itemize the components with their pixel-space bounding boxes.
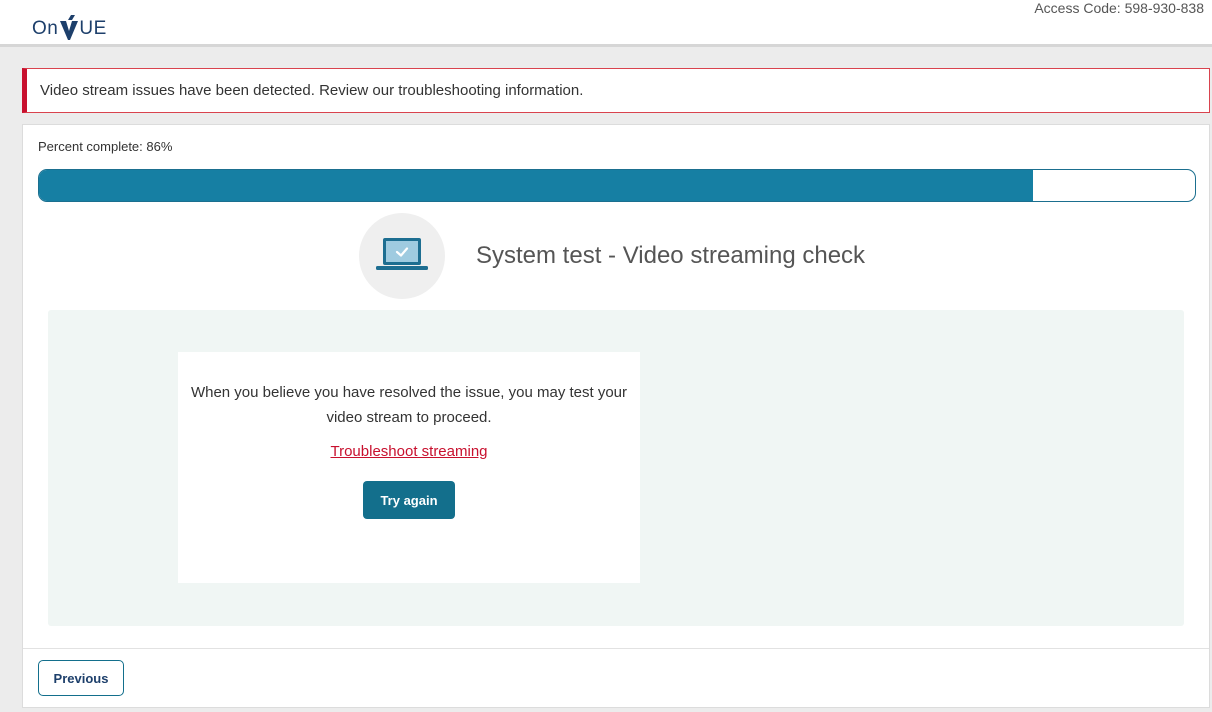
try-again-button[interactable]: Try again — [363, 481, 455, 519]
progress-fill — [39, 170, 1034, 201]
troubleshoot-streaming-link[interactable]: Troubleshoot streaming — [330, 443, 487, 460]
previous-button[interactable]: Previous — [38, 660, 124, 696]
page-title: System test - Video streaming check — [476, 242, 866, 269]
laptop-icon-circle — [359, 213, 445, 299]
footer-divider — [23, 648, 1209, 649]
logo-ue-text: UE — [79, 18, 107, 39]
video-stream-alert: Video stream issues have been detected. … — [22, 68, 1210, 113]
alert-message: Video stream issues have been detected. … — [40, 82, 584, 99]
resolution-message: When you believe you have resolved the i… — [190, 384, 628, 426]
onvue-logo: On UE — [32, 9, 107, 41]
laptop-check-icon — [376, 238, 428, 270]
section-header: System test - Video streaming check — [359, 213, 865, 299]
access-code: Access Code: 598-930-838 — [1034, 0, 1204, 16]
onvue-v-mark-icon — [60, 15, 79, 40]
app-header: On UE Access Code: 598-930-838 — [0, 0, 1212, 47]
streaming-panel: When you believe you have resolved the i… — [48, 310, 1184, 626]
system-test-card: Percent complete: 86% System test - Vide… — [22, 124, 1210, 708]
resolution-box: When you believe you have resolved the i… — [178, 352, 640, 583]
logo-on-text: On — [32, 18, 59, 39]
progress-bar — [38, 169, 1196, 202]
percent-complete-label: Percent complete: 86% — [38, 139, 173, 154]
